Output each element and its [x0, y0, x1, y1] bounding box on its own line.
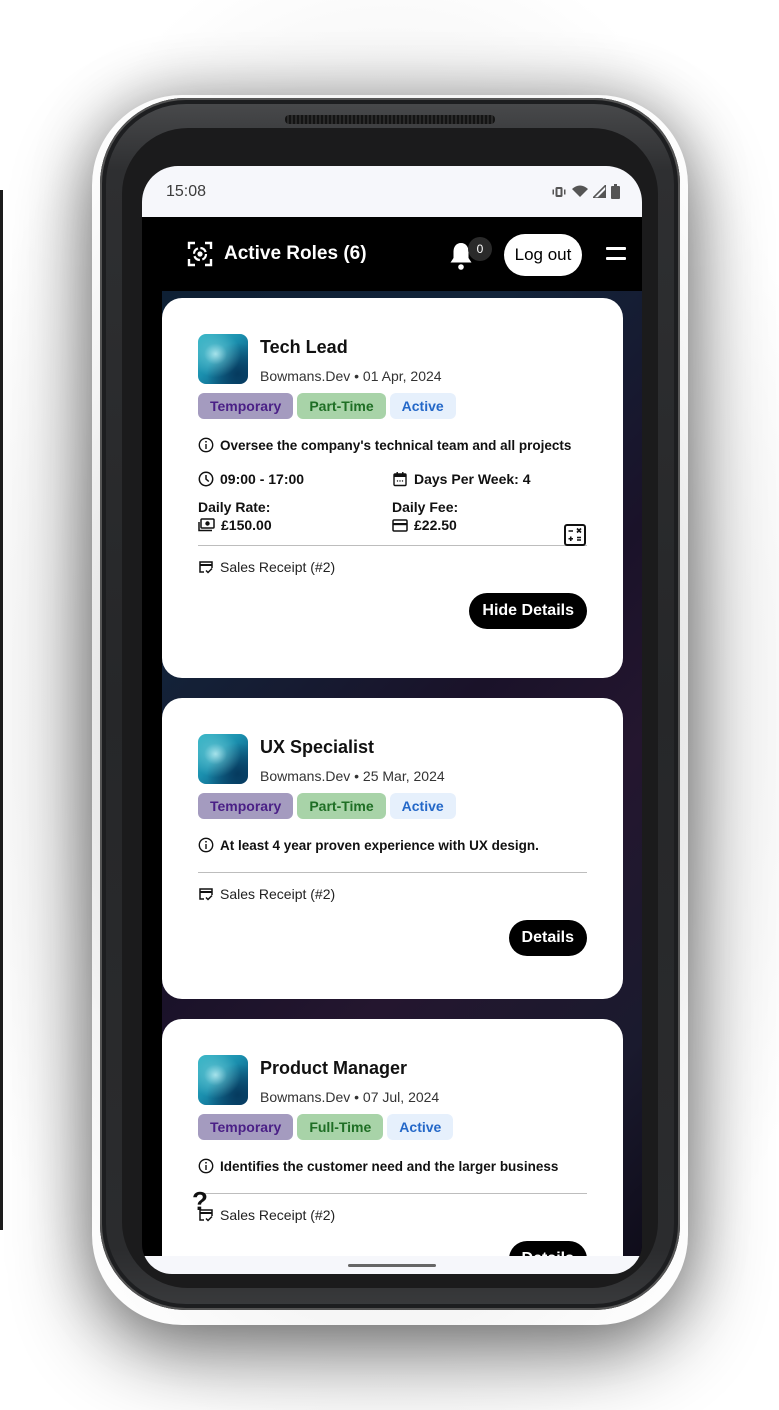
status-bar: 15:08 — [142, 166, 642, 217]
receipt-card-icon — [199, 561, 213, 574]
phone-screen: 15:08 Active Roles (6) 0 Log out Tech Le… — [142, 166, 642, 1274]
company-logo — [198, 734, 248, 784]
card-divider — [198, 545, 587, 546]
page-title: Active Roles (6) — [224, 243, 367, 264]
battery-icon — [611, 184, 620, 199]
working-hours-value: 09:00 - 17:00 — [220, 471, 305, 487]
role-title: UX Specialist — [260, 737, 375, 757]
tag-contract-type: Temporary — [198, 1114, 294, 1140]
role-description: Identifies the customer need and the lar… — [198, 1158, 587, 1174]
status-icons — [551, 184, 620, 199]
info-icon — [198, 1158, 214, 1174]
hide-details-button[interactable]: Hide Details — [469, 593, 587, 629]
logout-button[interactable]: Log out — [504, 234, 582, 276]
card-divider — [198, 872, 587, 873]
daily-fee: Daily Fee: £22.50 — [392, 499, 587, 533]
calculator-icon[interactable] — [563, 523, 587, 547]
role-description: Oversee the company's technical team and… — [198, 437, 587, 453]
home-gesture-handle[interactable] — [348, 1263, 436, 1267]
earpiece-speaker — [285, 115, 495, 124]
tag-status: Active — [389, 793, 456, 819]
details-button[interactable]: Details — [508, 920, 587, 956]
role-description-text: Identifies the customer need and the lar… — [220, 1158, 559, 1174]
role-title: Tech Lead — [260, 337, 348, 357]
system-nav-bar — [142, 1256, 642, 1274]
role-description-text: Oversee the company's technical team and… — [220, 437, 572, 453]
days-per-week-value: Days Per Week: 4 — [414, 471, 531, 487]
info-icon — [198, 437, 214, 453]
daily-rate-label: Daily Rate: — [198, 499, 271, 515]
money-icon — [198, 518, 215, 532]
clock-icon — [198, 471, 214, 487]
background-device-edge — [0, 190, 3, 1230]
role-title: Product Manager — [260, 1058, 408, 1078]
role-description: At least 4 year proven experience with U… — [198, 837, 587, 853]
help-button[interactable]: ? — [190, 1186, 210, 1216]
hamburger-menu-icon[interactable] — [606, 247, 626, 263]
working-hours: 09:00 - 17:00 — [198, 471, 392, 487]
tag-contract-type: Temporary — [198, 793, 294, 819]
wifi-icon — [572, 185, 588, 197]
role-tags: Temporary Part-Time Active — [198, 393, 587, 419]
status-time: 15:08 — [166, 182, 207, 200]
receipt-card-icon — [199, 888, 213, 901]
sales-receipt-link[interactable]: Sales Receipt (#2) — [198, 886, 587, 902]
sales-receipt-link[interactable]: Sales Receipt (#2) — [198, 1207, 587, 1223]
company-logo — [198, 334, 248, 384]
signal-icon — [593, 185, 606, 198]
sales-receipt-link[interactable]: Sales Receipt (#2) — [198, 559, 587, 575]
info-icon — [198, 837, 214, 853]
sales-receipt-text: Sales Receipt (#2) — [220, 559, 336, 575]
notification-count-badge: 0 — [468, 237, 492, 261]
sales-receipt-text: Sales Receipt (#2) — [220, 886, 336, 902]
daily-fee-label: Daily Fee: — [392, 499, 459, 515]
details-button[interactable]: Details — [508, 1241, 587, 1256]
roles-list[interactable]: Tech Lead Bowmans.Dev • 01 Apr, 2024 Tem… — [142, 291, 642, 1256]
tag-contract-type: Temporary — [198, 393, 294, 419]
role-card: UX Specialist Bowmans.Dev • 25 Mar, 2024… — [162, 698, 623, 999]
tag-status: Active — [387, 1114, 454, 1140]
sales-receipt-text: Sales Receipt (#2) — [220, 1207, 336, 1223]
credit-card-icon — [392, 518, 408, 532]
daily-rate-value: £150.00 — [221, 517, 272, 533]
focus-scan-icon — [187, 241, 213, 267]
role-tags: Temporary Part-Time Active — [198, 793, 587, 819]
role-card: Tech Lead Bowmans.Dev • 01 Apr, 2024 Tem… — [162, 298, 623, 678]
calendar-icon — [393, 472, 407, 487]
role-company-date: Bowmans.Dev • 07 Jul, 2024 — [260, 1089, 440, 1105]
days-per-week: Days Per Week: 4 — [392, 471, 587, 487]
role-tags: Temporary Full-Time Active — [198, 1114, 587, 1140]
vibrate-icon — [552, 186, 566, 197]
role-details: 09:00 - 17:00 Days Per Week: 4 Daily Rat… — [198, 471, 587, 546]
role-company-date: Bowmans.Dev • 01 Apr, 2024 — [260, 368, 442, 384]
tag-status: Active — [389, 393, 456, 419]
app-header: Active Roles (6) 0 Log out — [142, 217, 642, 291]
tag-hours-type: Full-Time — [297, 1114, 384, 1140]
tag-hours-type: Part-Time — [297, 793, 386, 819]
daily-rate: Daily Rate: £150.00 — [198, 499, 392, 533]
tag-hours-type: Part-Time — [297, 393, 386, 419]
role-description-text: At least 4 year proven experience with U… — [220, 837, 539, 853]
role-card: Product Manager Bowmans.Dev • 07 Jul, 20… — [162, 1019, 623, 1256]
notifications-button[interactable]: 0 — [448, 237, 492, 273]
card-divider — [198, 1193, 587, 1194]
company-logo — [198, 1055, 248, 1105]
daily-fee-value: £22.50 — [414, 517, 457, 533]
role-company-date: Bowmans.Dev • 25 Mar, 2024 — [260, 768, 445, 784]
